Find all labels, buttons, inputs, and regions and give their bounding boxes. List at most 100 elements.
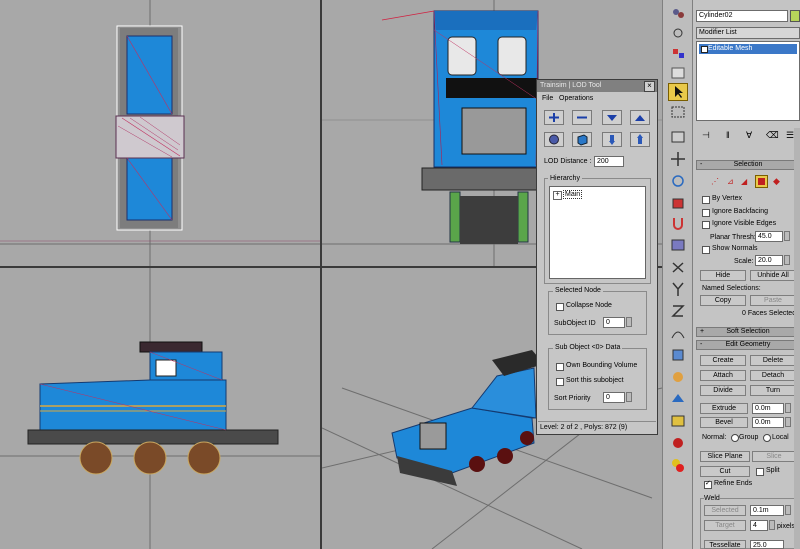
weld-selected-button[interactable]: Selected [704,505,746,516]
bevel-spinner[interactable] [785,417,791,427]
stack-expand-icon[interactable] [701,46,708,53]
edit-geometry-rollout-header[interactable]: - Edit Geometry [696,340,800,350]
sort-subobject-checkbox[interactable] [556,378,564,386]
move-icon[interactable] [668,150,688,168]
command-panel-scrollbar[interactable] [794,128,800,549]
move-up-button[interactable] [630,110,650,125]
tessellate-button[interactable]: Tessellate [704,540,746,549]
subobject-id-spinner[interactable] [626,317,632,327]
pin-stack-icon[interactable]: ⊣ [702,130,710,141]
unhide-all-button[interactable]: Unhide All [750,270,796,281]
element-level-icon[interactable]: ◆ [773,176,780,187]
lod-distance-input[interactable]: 200 [594,156,624,167]
sphere-tool-button[interactable] [544,132,564,147]
create-button[interactable]: Create [700,355,746,366]
object-color-swatch[interactable] [790,10,800,22]
weld-target-spinner[interactable] [769,520,775,530]
window-crossing-icon[interactable] [668,128,688,146]
viewport-divider-vertical[interactable] [320,0,322,549]
split-checkbox[interactable] [756,468,764,476]
slice-plane-button[interactable]: Slice Plane [700,451,750,462]
hide-button[interactable]: Hide [700,270,746,281]
collapse-node-checkbox[interactable] [556,303,564,311]
edge-level-icon[interactable]: ⊿ [727,177,734,186]
turn-button[interactable]: Turn [750,385,796,396]
box-tool-button[interactable] [572,132,592,147]
lod-tool-titlebar[interactable]: Trainsim | LOD Tool × [537,80,657,92]
slice-button[interactable]: Slice [752,451,796,462]
ignore-backfacing-checkbox[interactable] [702,209,710,217]
schematic-view-icon[interactable] [668,346,688,364]
axis-y-icon[interactable] [668,280,688,298]
link-icon[interactable] [668,4,688,22]
viewport-left[interactable] [0,268,320,549]
by-vertex-checkbox[interactable] [702,196,710,204]
bevel-button[interactable]: Bevel [700,417,748,428]
bind-icon[interactable] [668,44,688,62]
normal-group-radio[interactable] [731,434,739,442]
quick-render-icon[interactable] [668,434,688,452]
pin-down-tool-button[interactable] [602,132,622,147]
material-editor-icon[interactable] [668,368,688,386]
detach-button[interactable]: Detach [750,370,796,381]
selection-filter-icon[interactable] [668,64,688,82]
selection-rollout-header[interactable]: - Selection [696,160,800,170]
axis-z-icon[interactable] [668,302,688,320]
modifier-list-dropdown[interactable]: Modifier List [696,27,800,39]
extrude-amount-input[interactable]: 0.0m [752,403,784,414]
make-unique-icon[interactable]: ∀ [746,130,752,141]
render-setup-icon[interactable] [668,390,688,408]
scale-input[interactable]: 20.0 [755,255,783,266]
menu-operations[interactable]: Operations [559,95,593,102]
extrude-spinner[interactable] [785,403,791,413]
select-by-name-icon[interactable] [668,103,688,121]
hierarchy-tree[interactable]: + Main [549,186,646,279]
render-frame-icon[interactable] [668,412,688,430]
active-shade-icon[interactable] [668,456,688,474]
show-end-result-icon[interactable]: ‖ [726,130,730,140]
unlink-icon[interactable] [668,24,688,42]
curve-editor-icon[interactable] [668,324,688,342]
viewport-top[interactable] [0,0,320,266]
tessellate-input[interactable]: 25.0 [750,540,784,549]
ignore-visible-edges-checkbox[interactable] [702,221,710,229]
delete-button[interactable]: Delete [750,355,796,366]
scale-icon[interactable] [668,194,688,212]
configure-sets-icon[interactable]: ☰ [786,130,794,141]
remove-modifier-icon[interactable]: ⌫ [766,130,779,141]
polygon-level-icon[interactable] [755,175,768,188]
weld-target-input[interactable]: 4 [750,520,768,531]
magnet-icon[interactable] [668,214,688,232]
sort-priority-input[interactable]: 0 [603,392,625,403]
object-name-field[interactable]: Cylinder02 [696,10,788,22]
sort-priority-spinner[interactable] [626,392,632,402]
own-bounding-volume-checkbox[interactable] [556,363,564,371]
stack-item-editable-mesh[interactable]: Editable Mesh [699,44,797,54]
pin-up-tool-button[interactable] [630,132,650,147]
planar-thresh-input[interactable]: 45.0 [755,231,783,242]
bevel-amount-input[interactable]: 0.0m [752,417,784,428]
paste-button[interactable]: Paste [750,295,796,306]
weld-threshold-spinner[interactable] [785,505,791,515]
weld-target-button[interactable]: Target [704,520,746,531]
cut-button[interactable]: Cut [700,466,750,477]
show-normals-checkbox[interactable] [702,246,710,254]
close-icon[interactable]: × [644,81,655,92]
divide-button[interactable]: Divide [700,385,746,396]
soft-selection-rollout-header[interactable]: + Soft Selection [696,327,800,337]
remove-lod-button[interactable] [572,110,592,125]
move-down-button[interactable] [602,110,622,125]
refine-ends-checkbox[interactable]: ✓ [704,480,712,489]
select-arrow-icon[interactable] [668,83,688,101]
snap-icon[interactable] [668,236,688,254]
subobject-id-input[interactable]: 0 [603,317,625,328]
mirror-icon[interactable] [668,258,688,276]
vertex-level-icon[interactable]: ⋰ [711,177,719,186]
extrude-button[interactable]: Extrude [700,403,748,414]
scale-spinner[interactable] [784,255,790,265]
rotate-icon[interactable] [668,172,688,190]
menu-file[interactable]: File [542,95,553,102]
weld-threshold-input[interactable]: 0.1m [750,505,784,516]
tree-expand-icon[interactable]: + [553,191,562,200]
face-level-icon[interactable]: ◢ [741,177,747,186]
